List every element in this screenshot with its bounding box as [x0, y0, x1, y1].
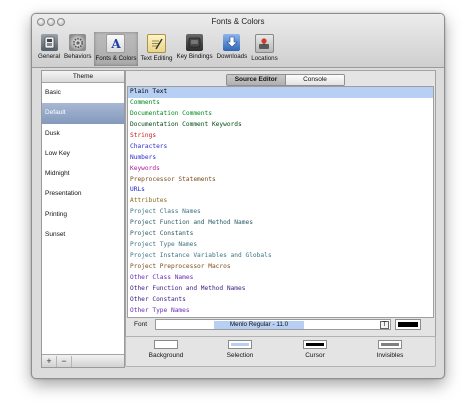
- well-cursor[interactable]: Cursor: [289, 340, 341, 359]
- source-editor-panel: Source Editor Console Plain Text Comment…: [125, 70, 436, 346]
- preferences-toolbar: General Behaviors A Fonts & Colors Text …: [36, 32, 280, 66]
- syntax-element-list: Plain Text Comments Documentation Commen…: [127, 86, 434, 318]
- remove-theme-button[interactable]: −: [57, 355, 72, 367]
- toolbar-locations-label: Locations: [251, 55, 278, 62]
- well-selection-box: [228, 340, 252, 349]
- font-color-well[interactable]: [395, 319, 421, 330]
- toolbar-fonts-colors[interactable]: A Fonts & Colors: [93, 32, 139, 66]
- syntax-item[interactable]: Keywords: [128, 164, 433, 175]
- switch-icon: [40, 34, 58, 51]
- toolbar-general[interactable]: General: [36, 32, 62, 66]
- well-cursor-label: Cursor: [305, 352, 325, 359]
- add-theme-button[interactable]: +: [42, 355, 57, 367]
- toolbar-general-label: General: [38, 53, 61, 60]
- syntax-item[interactable]: URLs: [128, 185, 433, 196]
- window-title: Fonts & Colors: [211, 17, 265, 26]
- toolbar-behaviors[interactable]: Behaviors: [62, 32, 94, 66]
- theme-item-sunset[interactable]: Sunset: [42, 225, 124, 245]
- well-selection-label: Selection: [226, 352, 254, 359]
- toolbar-downloads[interactable]: Downloads: [215, 32, 250, 66]
- theme-list-footer: + −: [42, 354, 124, 367]
- theme-item-default[interactable]: Default: [42, 103, 124, 124]
- toolbar-downloads-label: Downloads: [216, 53, 248, 60]
- keyboard-icon: [186, 34, 204, 51]
- downloads-icon: [223, 34, 241, 51]
- syntax-item[interactable]: Comments: [128, 98, 433, 109]
- syntax-item[interactable]: Other Function and Method Names: [128, 284, 433, 295]
- theme-list: Theme Basic Default Dusk Low Key Midnigh…: [41, 70, 125, 368]
- syntax-item[interactable]: Plain Text: [128, 87, 433, 98]
- toolbar-locations[interactable]: Locations: [249, 32, 280, 66]
- font-row: Font Menlo Regular - 11.0 T: [127, 319, 432, 332]
- font-picker-icon[interactable]: T: [380, 321, 389, 329]
- theme-item-printing[interactable]: Printing: [42, 205, 124, 225]
- syntax-item[interactable]: Project Type Names: [128, 240, 433, 251]
- theme-item-presentation[interactable]: Presentation: [42, 184, 124, 204]
- well-swatch: [381, 343, 399, 346]
- syntax-item[interactable]: Project Function and Method Names: [128, 218, 433, 229]
- syntax-item[interactable]: Project Class Names: [128, 207, 433, 218]
- syntax-item[interactable]: Project Constants: [128, 229, 433, 240]
- title-bar: Fonts & Colors General Behaviors A Fonts…: [32, 14, 444, 68]
- syntax-item[interactable]: Project Preprocessor Macros: [128, 262, 433, 273]
- font-color-swatch: [398, 322, 418, 327]
- toolbar-text-editing[interactable]: Text Editing: [138, 32, 174, 66]
- syntax-item[interactable]: Strings: [128, 131, 433, 142]
- theme-item-dusk[interactable]: Dusk: [42, 124, 124, 144]
- syntax-item[interactable]: Preprocessor Statements: [128, 175, 433, 186]
- well-swatch: [157, 343, 175, 346]
- theme-list-header: Theme: [42, 71, 124, 83]
- toolbar-key-bindings[interactable]: Key Bindings: [174, 32, 214, 66]
- editor-tabs: Source Editor Console: [226, 74, 345, 86]
- syntax-item[interactable]: Other Type Names: [128, 306, 433, 317]
- well-background[interactable]: Background: [140, 340, 192, 359]
- font-label: Font: [134, 321, 148, 328]
- theme-item-low-key[interactable]: Low Key: [42, 144, 124, 164]
- syntax-item[interactable]: Other Class Names: [128, 273, 433, 284]
- toolbar-key-bindings-label: Key Bindings: [176, 53, 213, 60]
- well-cursor-box: [303, 340, 327, 349]
- locations-icon: [254, 34, 274, 53]
- syntax-item[interactable]: Characters: [128, 142, 433, 153]
- color-wells: Background Selection Cursor Invisibles: [125, 336, 436, 367]
- syntax-item[interactable]: Other Constants: [128, 295, 433, 306]
- toolbar-fonts-colors-label: Fonts & Colors: [95, 55, 137, 62]
- well-swatch: [231, 343, 249, 346]
- syntax-item[interactable]: Documentation Comments: [128, 109, 433, 120]
- syntax-item[interactable]: Documentation Comment Keywords: [128, 120, 433, 131]
- theme-item-basic[interactable]: Basic: [42, 83, 124, 103]
- tab-source-editor[interactable]: Source Editor: [227, 75, 285, 85]
- syntax-item[interactable]: Numbers: [128, 153, 433, 164]
- well-swatch: [306, 343, 324, 346]
- syntax-item[interactable]: Project Instance Variables and Globals: [128, 251, 433, 262]
- well-invisibles-box: [378, 340, 402, 349]
- tab-console[interactable]: Console: [285, 75, 344, 85]
- font-field[interactable]: Menlo Regular - 11.0 T: [155, 319, 391, 330]
- text-editing-icon: [146, 34, 166, 53]
- well-invisibles-label: Invisibles: [376, 352, 404, 359]
- well-background-box: [154, 340, 178, 349]
- theme-item-midnight[interactable]: Midnight: [42, 164, 124, 184]
- fonts-colors-icon: A: [106, 34, 126, 53]
- gear-icon: [69, 34, 87, 51]
- well-background-label: Background: [148, 352, 184, 359]
- font-value: Menlo Regular - 11.0: [214, 321, 304, 329]
- well-selection[interactable]: Selection: [214, 340, 266, 359]
- toolbar-behaviors-label: Behaviors: [64, 53, 92, 60]
- preferences-window: Fonts & Colors General Behaviors A Fonts…: [31, 13, 445, 379]
- well-invisibles[interactable]: Invisibles: [364, 340, 416, 359]
- toolbar-text-editing-label: Text Editing: [140, 55, 173, 62]
- syntax-item[interactable]: Attributes: [128, 196, 433, 207]
